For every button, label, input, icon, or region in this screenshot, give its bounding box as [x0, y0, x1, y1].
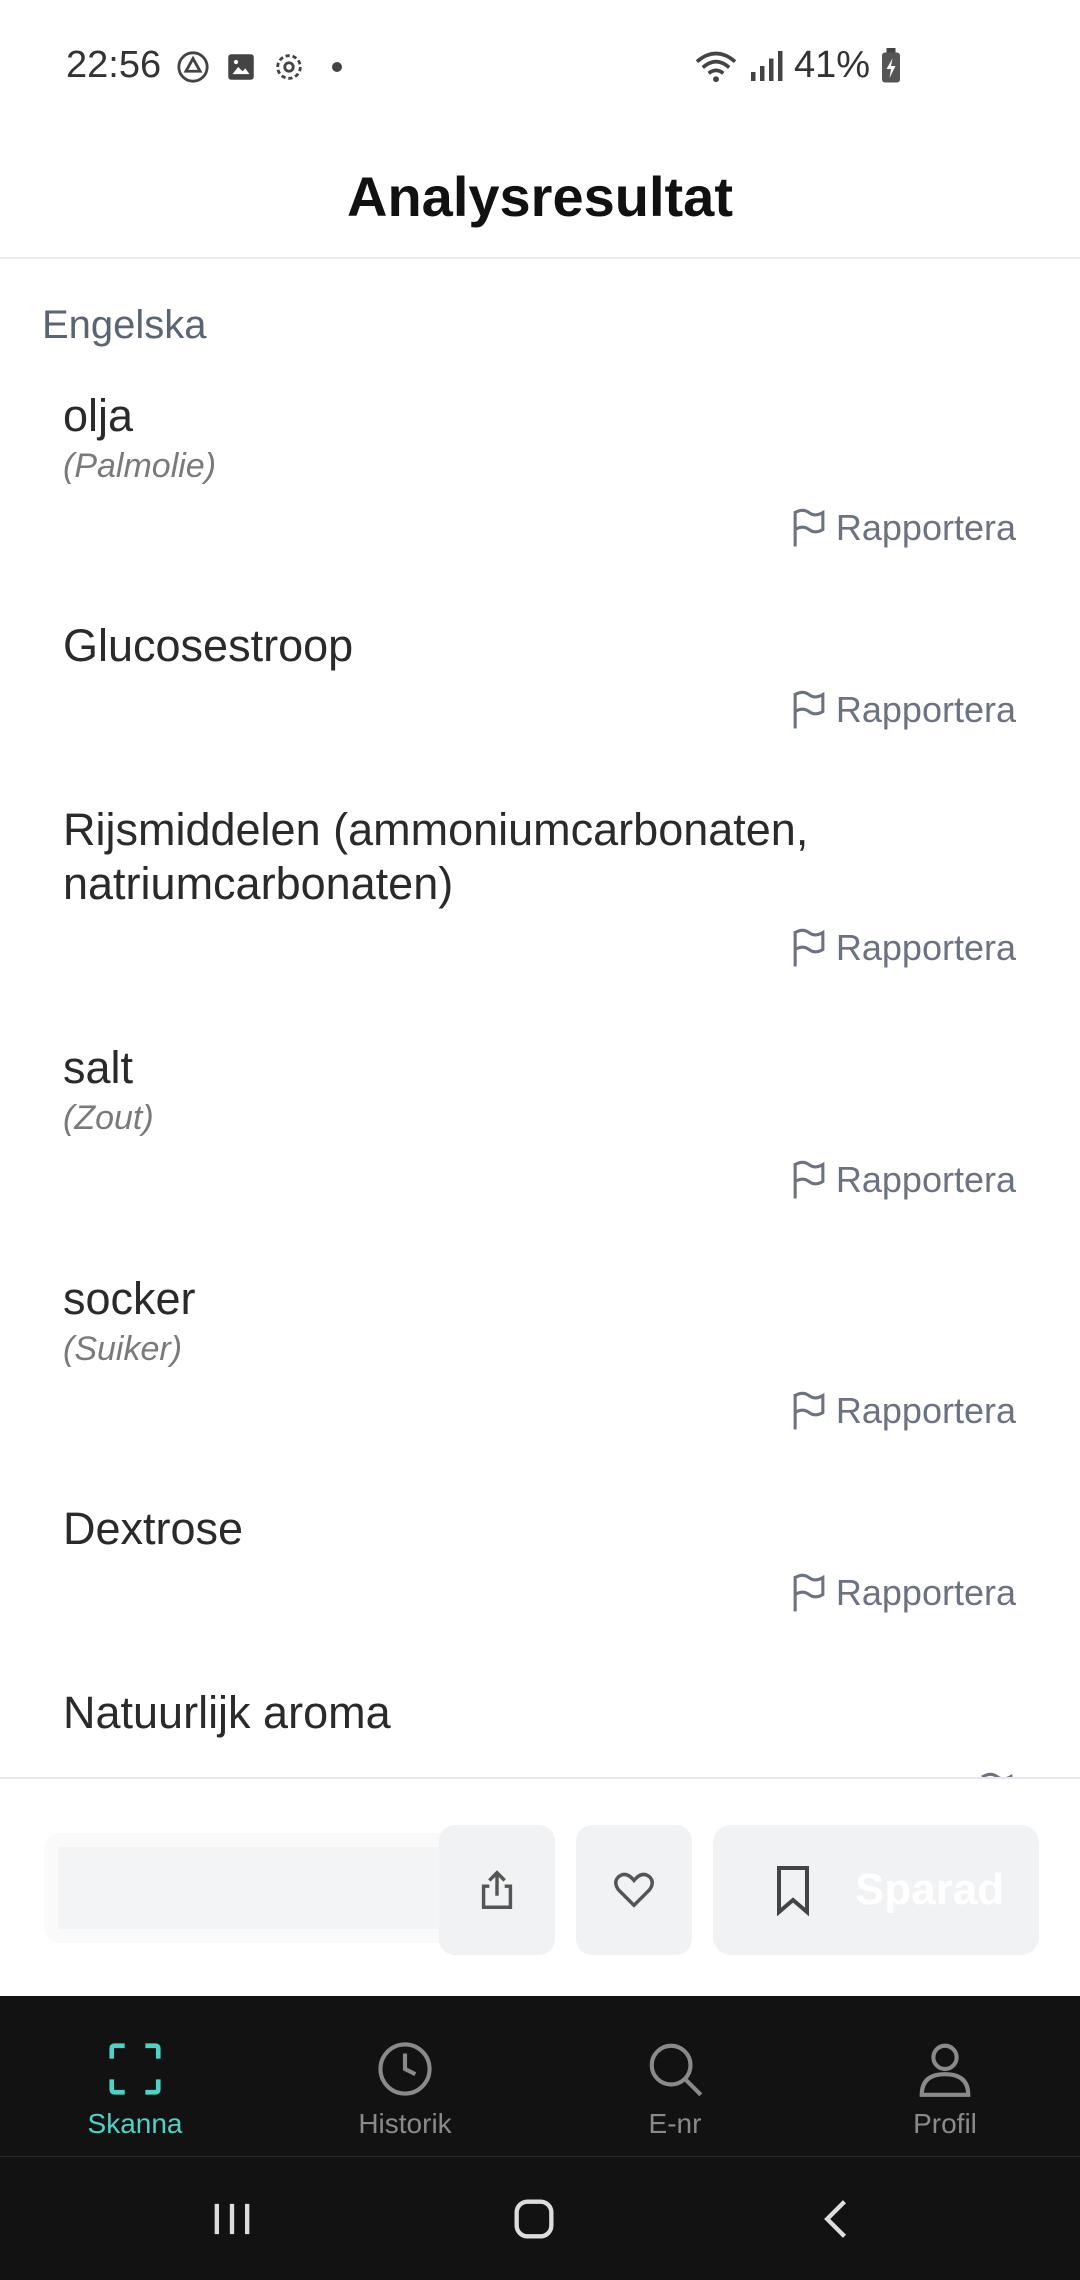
- ingredient-list[interactable]: Engelska olja (Palmolie) Rapportera Gluc…: [0, 259, 1080, 1777]
- clock-icon: [378, 2042, 432, 2096]
- flag-icon: [793, 928, 825, 967]
- app-header: Analysresultat: [0, 135, 1080, 259]
- nav-label: Historik: [358, 2108, 452, 2139]
- report-button[interactable]: Rapportera: [790, 1159, 1016, 1201]
- page-title: Analysresultat: [347, 164, 733, 228]
- save-label: Sparad: [855, 1865, 1005, 1914]
- drive-icon: [177, 51, 209, 83]
- ingredient-name: Natuurlijk aroma: [63, 1687, 391, 1738]
- language-section-label: Engelska: [42, 303, 207, 347]
- nav-label: Profil: [913, 2108, 977, 2139]
- status-system-icons: 41%: [694, 44, 902, 87]
- report-button[interactable]: Rapportera: [790, 927, 1016, 969]
- user-icon: [919, 2043, 971, 2097]
- ingredient-translation: (Zout): [63, 1099, 154, 1137]
- ingredient-item: Natuurlijk aroma: [0, 1686, 1080, 1777]
- flag-icon: [793, 1160, 825, 1199]
- back-button[interactable]: [806, 2187, 870, 2251]
- recent-apps-icon: [214, 2203, 250, 2235]
- share-icon: [481, 1870, 513, 1909]
- battery-icon: [882, 47, 900, 82]
- ingredient-item: Dextrose Rapportera: [0, 1502, 1080, 1682]
- report-label: Rapportera: [835, 1390, 1016, 1431]
- share-button[interactable]: [439, 1825, 555, 1955]
- battery-percent: 41%: [793, 44, 870, 86]
- recent-apps-button[interactable]: [200, 2187, 264, 2251]
- report-button[interactable]: Rapportera: [790, 1572, 1016, 1614]
- heart-icon: [614, 1872, 654, 1908]
- status-notification-icons: [176, 50, 342, 84]
- scan-icon: [109, 2043, 161, 2095]
- nav-item-e-nr[interactable]: E-nr: [540, 1996, 810, 2156]
- ingredient-item: olja (Palmolie) Rapportera: [0, 389, 1080, 609]
- save-button[interactable]: Sparad: [713, 1825, 1039, 1955]
- home-button[interactable]: [502, 2187, 566, 2251]
- flag-icon: [793, 690, 825, 729]
- flag-icon: [793, 1391, 825, 1430]
- home-icon: [514, 2199, 554, 2239]
- back-icon: [824, 2200, 847, 2238]
- nav-item-profil[interactable]: Profil: [810, 1996, 1080, 2156]
- report-button[interactable]: Rapportera: [790, 507, 1016, 549]
- bottom-navigation: Skanna Historik E-nr Profil: [0, 1996, 1080, 2156]
- report-label: Rapportera: [835, 1159, 1016, 1200]
- status-dot: [332, 62, 342, 72]
- ingredient-name: Rijsmiddelen (ammoniumcarbonaten, natriu…: [63, 804, 809, 909]
- nav-item-skanna[interactable]: Skanna: [0, 1996, 270, 2156]
- action-bar: Sparad: [0, 1777, 1080, 1996]
- bookmark-icon: [777, 1866, 809, 1916]
- ingredient-translation: (Palmolie): [63, 447, 217, 485]
- nav-item-historik[interactable]: Historik: [270, 1996, 540, 2156]
- image-icon: [228, 54, 254, 80]
- ingredient-name: olja: [63, 390, 134, 441]
- report-button[interactable]: Rapportera: [790, 689, 1016, 731]
- report-label: Rapportera: [835, 689, 1016, 730]
- search-icon: [649, 2043, 703, 2097]
- ingredient-name: Glucosestroop: [63, 620, 354, 671]
- status-time: 22:56: [66, 44, 162, 86]
- report-label: Rapportera: [835, 927, 1016, 968]
- note-field[interactable]: [44, 1833, 464, 1943]
- report-label: Rapportera: [835, 1572, 1016, 1613]
- system-navigation: [0, 2156, 1080, 2280]
- signal-icon: [750, 50, 783, 81]
- report-button[interactable]: Rapportera: [790, 1390, 1016, 1432]
- ingredient-name: salt: [63, 1042, 134, 1093]
- status-bar: 22:56 41%: [0, 0, 1080, 135]
- ingredient-item: socker (Suiker) Rapportera: [0, 1272, 1080, 1492]
- wifi-icon: [695, 51, 737, 82]
- ingredient-item: salt (Zout) Rapportera: [0, 1041, 1080, 1261]
- favorite-button[interactable]: [576, 1825, 692, 1955]
- nav-label: Skanna: [87, 2108, 183, 2139]
- ingredient-name: socker: [63, 1273, 196, 1324]
- report-label: Rapportera: [835, 507, 1016, 548]
- ingredient-name: Dextrose: [63, 1503, 244, 1554]
- gear-icon: [276, 54, 302, 80]
- ingredient-item: Glucosestroop Rapportera: [0, 619, 1080, 799]
- ingredient-translation: (Suiker): [63, 1330, 183, 1368]
- flag-icon: [793, 508, 825, 547]
- nav-label: E-nr: [648, 2108, 702, 2139]
- ingredient-item: Rijsmiddelen (ammoniumcarbonaten, natriu…: [0, 803, 1080, 1023]
- flag-icon: [793, 1573, 825, 1612]
